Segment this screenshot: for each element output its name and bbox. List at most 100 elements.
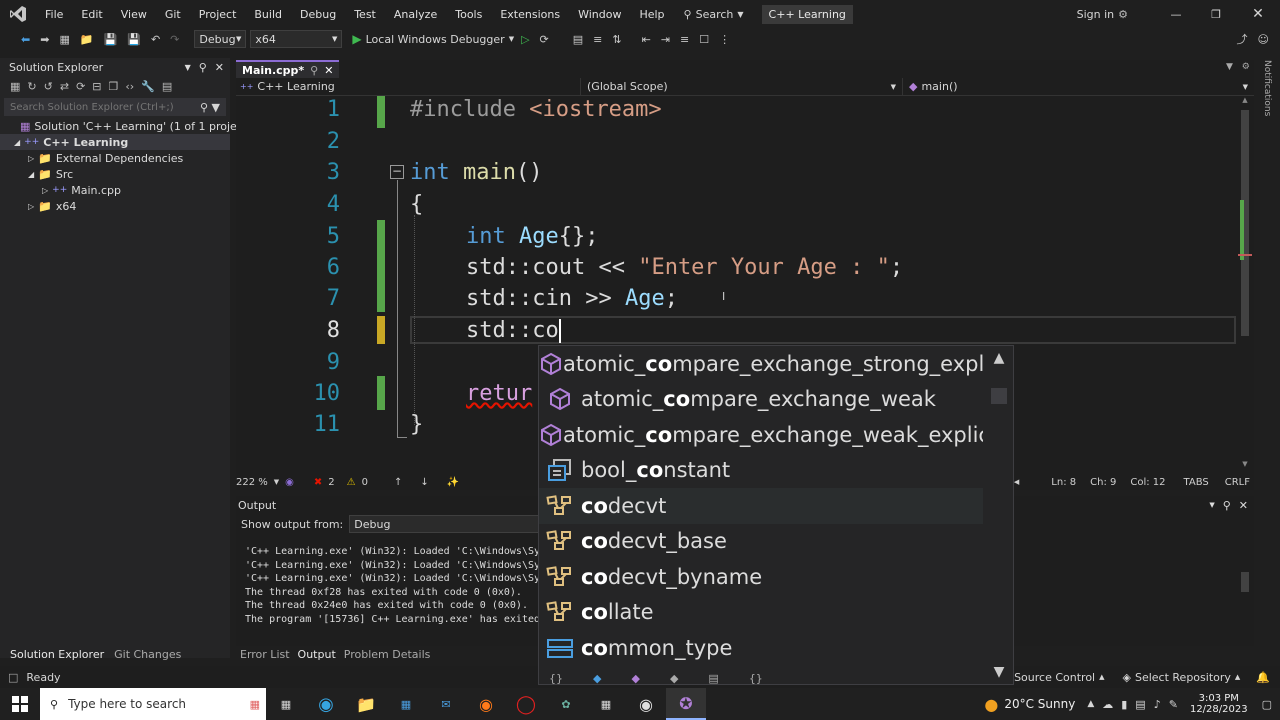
- opera-icon[interactable]: ◯: [506, 688, 546, 720]
- intellisense-item[interactable]: bool_constant: [539, 453, 983, 489]
- scroll-up-icon[interactable]: ▲: [1238, 96, 1252, 104]
- save-icon[interactable]: 💾: [101, 30, 121, 48]
- code-icon[interactable]: ‹›: [125, 80, 134, 93]
- menu-debug[interactable]: Debug: [291, 0, 345, 28]
- open-file-icon[interactable]: 📁: [77, 30, 97, 48]
- tab-solution-explorer[interactable]: Solution Explorer: [0, 648, 109, 661]
- hot-reload-icon[interactable]: ⟳: [537, 30, 552, 48]
- firefox-icon[interactable]: ◉: [466, 688, 506, 720]
- intellisense-item[interactable]: collate: [539, 595, 983, 631]
- forward-icon[interactable]: ➡: [37, 30, 52, 48]
- tab-list-icon[interactable]: ▼: [1226, 62, 1233, 72]
- tree-solution[interactable]: ▦ Solution 'C++ Learning' (1 of 1 projec…: [0, 118, 251, 134]
- warning-count[interactable]: 0: [362, 477, 368, 488]
- pin-icon[interactable]: ⚲: [1223, 499, 1231, 512]
- tray-overflow-icon[interactable]: ▲: [1087, 699, 1094, 709]
- chrome-icon[interactable]: ◉: [626, 688, 666, 720]
- file-explorer-icon[interactable]: 📁: [346, 688, 386, 720]
- sync-icon[interactable]: ↻: [27, 80, 36, 93]
- switch-views-icon[interactable]: ▦: [10, 80, 20, 93]
- weather-icon[interactable]: ●: [984, 695, 998, 714]
- notifications-rail[interactable]: Notifications: [1256, 58, 1280, 138]
- chevron-down-icon[interactable]: ▼: [1209, 501, 1214, 509]
- collapse-region-icon[interactable]: −: [390, 165, 404, 179]
- close-tab-icon[interactable]: ✕: [324, 64, 333, 77]
- menu-git[interactable]: Git: [156, 0, 190, 28]
- pin-icon[interactable]: ⚲: [310, 64, 318, 77]
- filter-braces-icon[interactable]: {}: [749, 672, 763, 685]
- code-line-6[interactable]: std::cout << "Enter Your Age : ";: [466, 255, 903, 280]
- menu-help[interactable]: Help: [630, 0, 673, 28]
- share-icon[interactable]: ⤴: [1234, 30, 1251, 48]
- visual-studio-icon[interactable]: ✪: [666, 688, 706, 720]
- windows-start-icon[interactable]: [0, 688, 40, 720]
- menu-window[interactable]: Window: [569, 0, 630, 28]
- preview-icon[interactable]: ▤: [162, 80, 172, 93]
- start-debugger-button[interactable]: ▶ Local Windows Debugger ▼: [352, 32, 514, 46]
- notification-center-icon[interactable]: ▢: [1262, 698, 1272, 711]
- battery-icon[interactable]: ▮: [1121, 698, 1127, 711]
- tab-error-list[interactable]: Error List: [236, 648, 294, 661]
- pending-changes-icon[interactable]: ⇄: [60, 80, 69, 93]
- mail-icon[interactable]: ✉: [426, 688, 466, 720]
- bookmark-icon[interactable]: ☐: [696, 30, 712, 48]
- intellisense-item[interactable]: codecvt: [539, 488, 983, 524]
- properties-icon[interactable]: 🔧: [141, 80, 155, 93]
- format-icon[interactable]: ≡: [590, 30, 605, 48]
- weather-text[interactable]: 20°C Sunny: [1004, 697, 1075, 711]
- edge-icon[interactable]: ◉: [306, 688, 346, 720]
- account-settings-icon[interactable]: ⚙: [1118, 8, 1128, 21]
- back-icon[interactable]: ⬅: [18, 30, 33, 48]
- start-without-debugging-icon[interactable]: ▷: [518, 30, 532, 48]
- task-view-icon[interactable]: ▦: [266, 688, 306, 720]
- layout-icon[interactable]: ▤: [570, 30, 586, 48]
- refresh-icon[interactable]: ⟳: [76, 80, 85, 93]
- code-line-4[interactable]: {: [410, 192, 423, 217]
- minimize-icon[interactable]: —: [1156, 8, 1196, 21]
- menu-view[interactable]: View: [112, 0, 156, 28]
- outdent-icon[interactable]: ⇥: [658, 30, 673, 48]
- menu-file[interactable]: File: [36, 0, 72, 28]
- close-icon[interactable]: ✕: [1236, 6, 1280, 22]
- nav-member-select[interactable]: ◆ main() ▼: [903, 78, 1254, 96]
- feedback-icon[interactable]: ☺: [1255, 30, 1272, 48]
- nav-scope-select[interactable]: (Global Scope) ▼: [581, 77, 903, 96]
- platform-select[interactable]: x64 ▼: [250, 30, 343, 48]
- nav-project-select[interactable]: ++ C++ Learning: [236, 77, 581, 96]
- clock[interactable]: 3:03 PM 12/28/2023: [1190, 693, 1248, 715]
- filter-template-icon[interactable]: ◆: [670, 672, 678, 685]
- configuration-select[interactable]: Debug ▼: [194, 30, 247, 48]
- taskbar-search-box[interactable]: ⚲ Type here to search ▦: [40, 688, 266, 720]
- volume-icon[interactable]: ♪: [1154, 698, 1161, 711]
- redo-icon[interactable]: ↷: [167, 30, 182, 48]
- network-icon[interactable]: ▤: [1135, 698, 1145, 711]
- solution-search-box[interactable]: ⚲ ▼: [4, 98, 226, 116]
- intellisense-item[interactable]: codecvt_byname: [539, 559, 983, 595]
- horizontal-scroll-left-icon[interactable]: ◀: [1014, 478, 1019, 486]
- line-ending-indicator[interactable]: CRLF: [1225, 477, 1250, 488]
- filter-struct-icon[interactable]: ▤: [708, 672, 718, 685]
- tree-x64-folder[interactable]: ▷ 📁 x64: [0, 198, 230, 214]
- line-indicator[interactable]: Ln: 8: [1051, 477, 1076, 488]
- menu-project[interactable]: Project: [190, 0, 246, 28]
- sign-in-link[interactable]: Sign in: [1077, 8, 1115, 21]
- tab-main-cpp[interactable]: Main.cpp* ⚲ ✕: [236, 60, 340, 78]
- menu-tools[interactable]: Tools: [446, 0, 491, 28]
- filter-class-icon[interactable]: ◆: [593, 672, 601, 685]
- error-count[interactable]: 2: [328, 477, 334, 488]
- collapsed-arrow-icon[interactable]: ▷: [28, 154, 34, 163]
- code-cleanup-icon[interactable]: ✨: [447, 477, 459, 488]
- menu-analyze[interactable]: Analyze: [385, 0, 446, 28]
- step-icon[interactable]: ⇅: [609, 30, 624, 48]
- cloud-icon[interactable]: ☁: [1102, 698, 1113, 711]
- menu-extensions[interactable]: Extensions: [491, 0, 569, 28]
- intellisense-scrollbar[interactable]: ▲ ▼: [985, 346, 1013, 680]
- search-menu[interactable]: ⚲ Search ▼: [684, 8, 744, 21]
- collapsed-arrow-icon[interactable]: ▷: [42, 186, 48, 195]
- tab-git-changes[interactable]: Git Changes: [109, 648, 186, 661]
- output-source-select[interactable]: Debug: [349, 515, 560, 533]
- menu-test[interactable]: Test: [345, 0, 385, 28]
- tree-external-dependencies[interactable]: ▷ 📁 External Dependencies: [0, 150, 230, 166]
- restore-icon[interactable]: ❐: [1196, 8, 1236, 21]
- tabs-indicator[interactable]: TABS: [1184, 477, 1209, 488]
